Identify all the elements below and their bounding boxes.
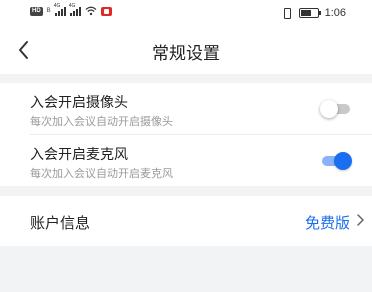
hd-b-label: B bbox=[46, 8, 51, 14]
hd-icon: HD bbox=[30, 6, 43, 16]
wifi-icon bbox=[85, 6, 97, 16]
status-time: 1:06 bbox=[324, 7, 346, 19]
status-right: 1:06 bbox=[281, 7, 346, 19]
account-info-row[interactable]: 账户信息 免费版 bbox=[0, 196, 372, 246]
camera-setting-row: 入会开启摄像头 每次加入会议自动开启摄像头 bbox=[0, 83, 372, 134]
signal-tag: 4G bbox=[53, 3, 61, 9]
camera-toggle[interactable] bbox=[320, 100, 352, 118]
microphone-setting-row: 入会开启麦克风 每次加入会议自动开启麦克风 bbox=[0, 135, 372, 186]
page-title: 常规设置 bbox=[152, 44, 220, 64]
vibrate-icon bbox=[281, 8, 293, 19]
chevron-right-icon bbox=[357, 214, 364, 226]
signal-icon: 4G bbox=[53, 3, 66, 16]
account-info-label: 账户信息 bbox=[30, 214, 91, 232]
microphone-setting-title: 入会开启麦克风 bbox=[30, 147, 128, 163]
microphone-toggle-knob bbox=[334, 152, 352, 170]
camera-setting-subtitle: 每次加入会议自动开启摄像头 bbox=[30, 115, 173, 128]
status-bar: HD B 4G 4G 1:06 bbox=[0, 0, 372, 26]
camera-toggle-knob bbox=[320, 100, 338, 118]
nav-bar: 常规设置 bbox=[0, 26, 372, 74]
signal-tag: 4G bbox=[68, 3, 76, 9]
camera-setting-title: 入会开启摄像头 bbox=[30, 95, 128, 111]
status-left: HD B 4G 4G bbox=[30, 3, 112, 16]
account-plan-value: 免费版 bbox=[304, 214, 350, 232]
microphone-toggle[interactable] bbox=[320, 152, 352, 170]
battery-icon bbox=[298, 8, 321, 18]
screen-record-icon bbox=[100, 6, 112, 16]
microphone-setting-subtitle: 每次加入会议自动开启麦克风 bbox=[30, 167, 173, 180]
account-section: 账户信息 免费版 bbox=[0, 196, 372, 246]
signal-icon: 4G bbox=[68, 3, 81, 16]
meeting-settings-section: 入会开启摄像头 每次加入会议自动开启摄像头 入会开启麦克风 每次加入会议自动开启… bbox=[0, 83, 372, 186]
